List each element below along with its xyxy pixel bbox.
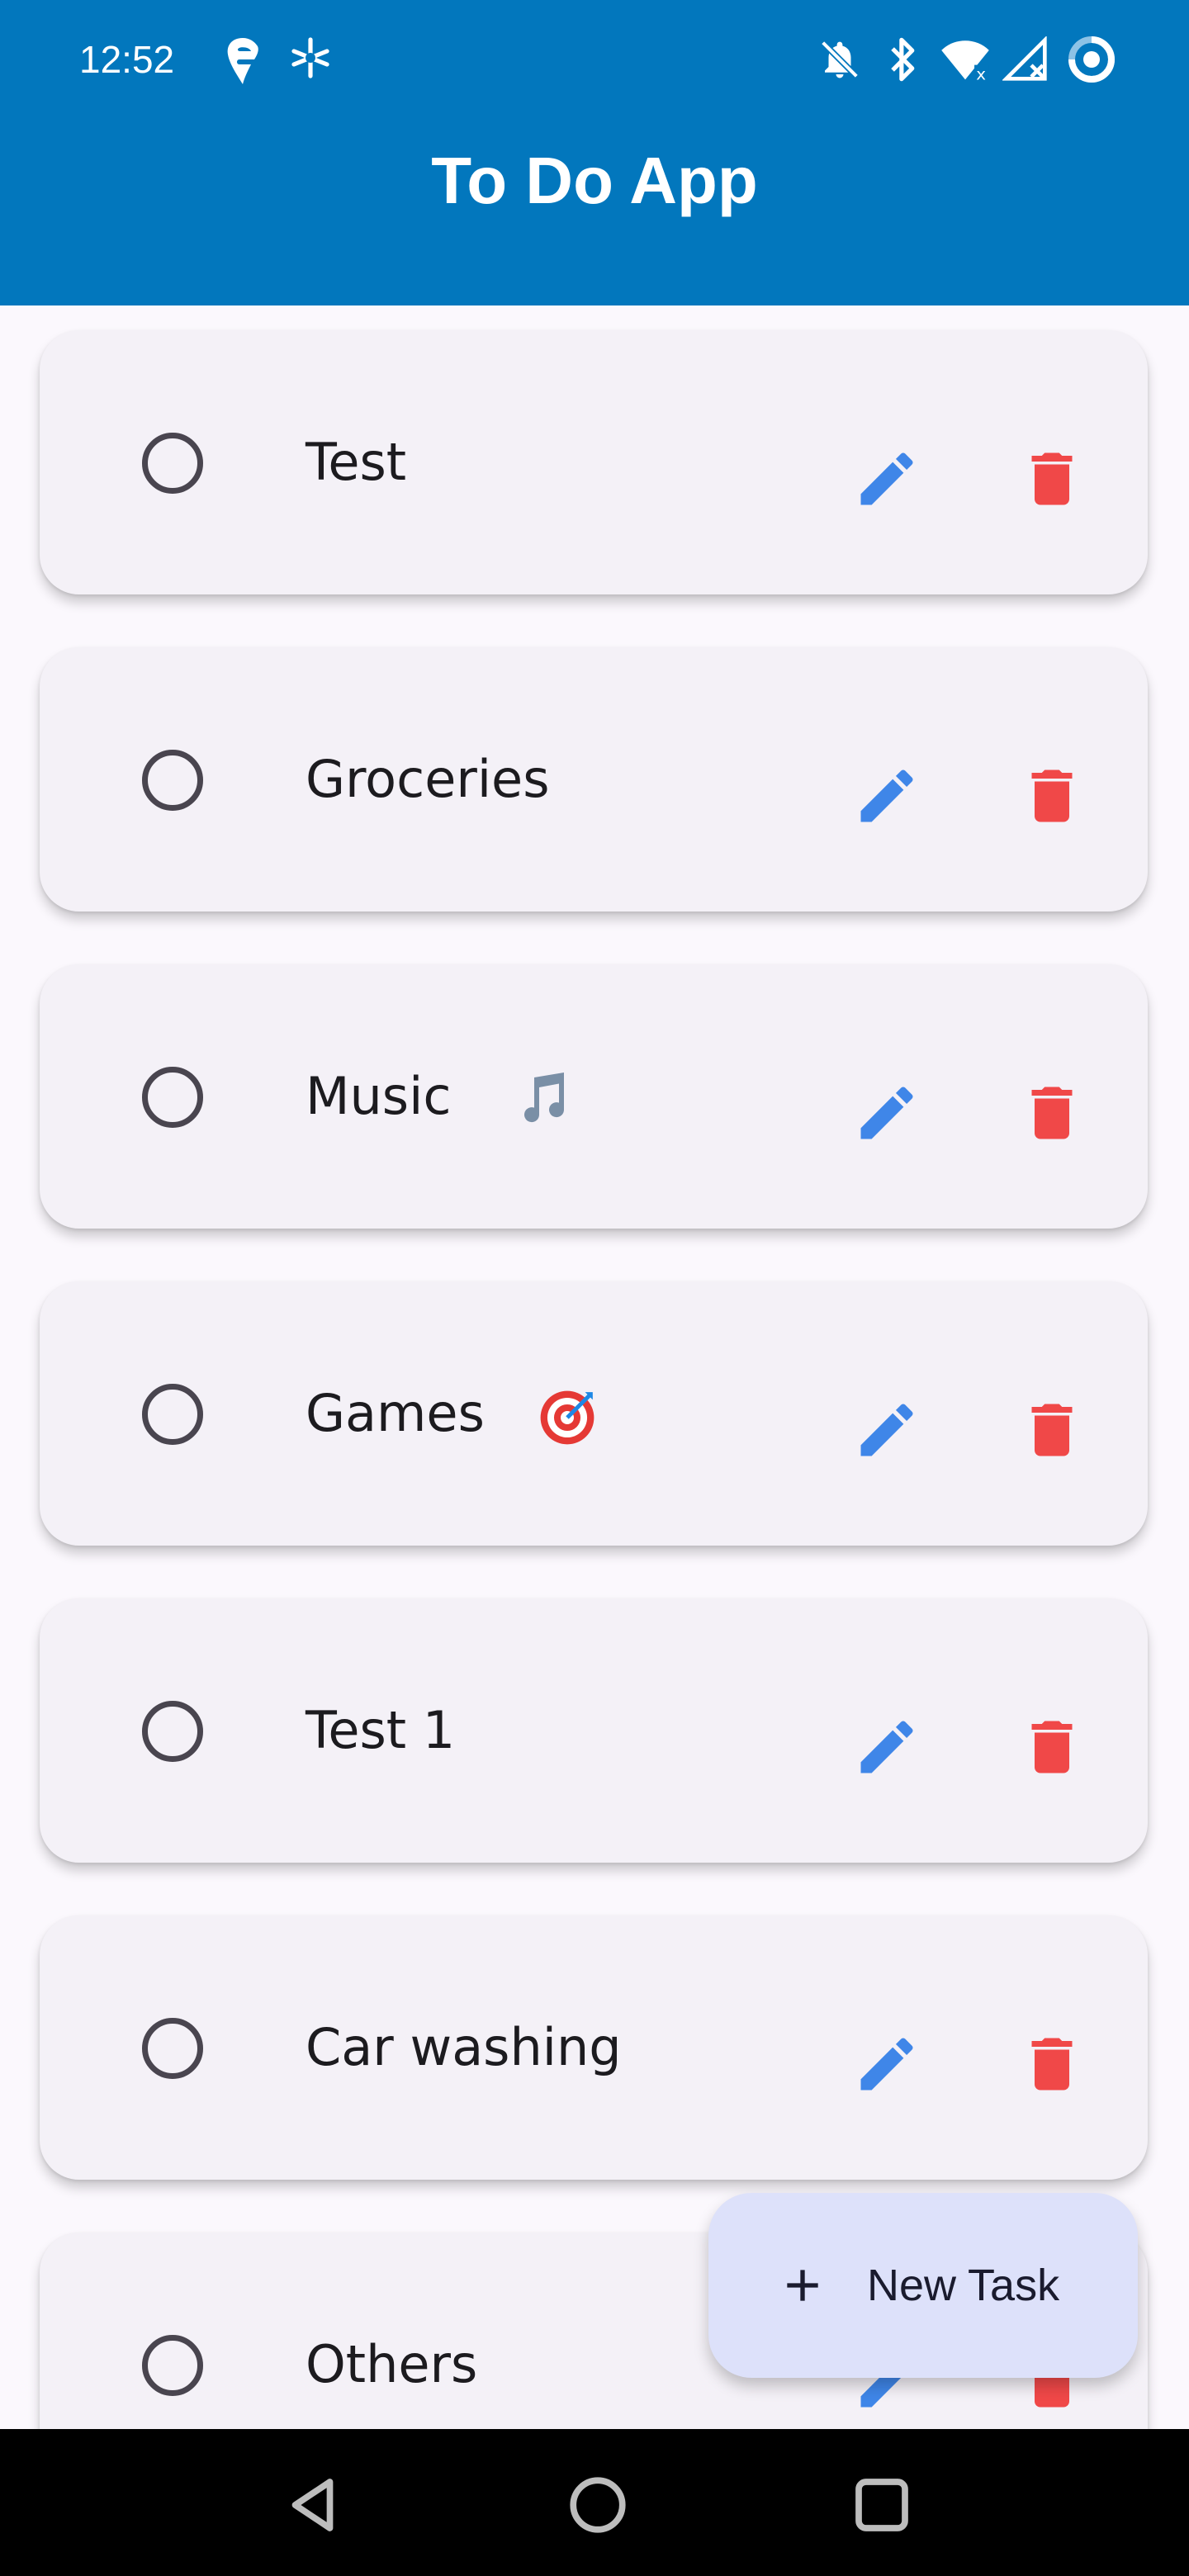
- trash-icon: [1031, 1721, 1073, 1773]
- edit-button[interactable]: [824, 2006, 940, 2122]
- system-nav-bar: [0, 2429, 1189, 2576]
- trash-icon: [1031, 1404, 1073, 1456]
- pencil-icon: [860, 1087, 913, 1139]
- sparkle-icon: [289, 36, 332, 83]
- svg-text:x: x: [976, 64, 986, 83]
- task-card[interactable]: Test: [40, 330, 1148, 594]
- pencil-icon: [860, 1721, 913, 1773]
- music-note-icon: [512, 1070, 571, 1129]
- task-card[interactable]: Test 1: [40, 1598, 1148, 1863]
- task-card[interactable]: Groceries: [40, 647, 1148, 912]
- new-task-button[interactable]: New Task: [708, 2193, 1138, 2378]
- pencil-icon: [860, 452, 913, 505]
- task-complete-radio[interactable]: [142, 2335, 203, 2396]
- delete-button[interactable]: [989, 738, 1105, 854]
- task-card[interactable]: Car washing: [40, 1915, 1148, 2180]
- edit-button[interactable]: [824, 1372, 940, 1488]
- pencil-icon: [860, 769, 913, 822]
- task-card[interactable]: Music: [40, 964, 1148, 1229]
- target-icon: [537, 1387, 596, 1447]
- task-label: Others: [306, 2334, 478, 2394]
- delete-button[interactable]: [989, 1055, 1105, 1171]
- trash-icon: [1031, 1087, 1073, 1139]
- edit-button[interactable]: [824, 738, 940, 854]
- task-label: Music: [306, 1066, 452, 1126]
- delete-button[interactable]: [989, 1689, 1105, 1805]
- trash-icon: [1031, 769, 1073, 822]
- back-icon[interactable]: [281, 2470, 350, 2540]
- swiggy-icon: [223, 36, 263, 89]
- pencil-icon: [860, 1404, 913, 1456]
- task-complete-radio[interactable]: [142, 750, 203, 811]
- task-complete-radio[interactable]: [142, 1701, 203, 1762]
- edit-button[interactable]: [824, 421, 940, 537]
- task-complete-radio[interactable]: [142, 1384, 203, 1445]
- task-list: Test Groceries Music Games Test 1 Car wa…: [0, 305, 1189, 2429]
- edit-button[interactable]: [824, 1055, 940, 1171]
- trash-icon: [1031, 2038, 1073, 2091]
- wifi-icon: x: [940, 36, 991, 86]
- task-label: Games: [306, 1383, 485, 1443]
- signal-off-icon: [1002, 36, 1049, 86]
- pencil-icon: [860, 2038, 913, 2091]
- app-bar: To Do App: [0, 122, 1189, 305]
- new-task-label: New Task: [867, 2261, 1060, 2310]
- trash-icon: [1031, 452, 1073, 505]
- task-complete-radio[interactable]: [142, 433, 203, 494]
- app-title: To Do App: [431, 144, 758, 217]
- bell-off-icon: [817, 36, 862, 86]
- battery-ring-icon: [1065, 33, 1118, 89]
- task-label: Car washing: [306, 2017, 622, 2077]
- task-label: Test: [306, 432, 407, 492]
- edit-button[interactable]: [824, 1689, 940, 1805]
- task-label: Groceries: [306, 749, 550, 809]
- delete-button[interactable]: [989, 1372, 1105, 1488]
- task-card[interactable]: Games: [40, 1281, 1148, 1546]
- recents-icon[interactable]: [847, 2470, 917, 2540]
- task-complete-radio[interactable]: [142, 1067, 203, 1128]
- bluetooth-icon: [885, 36, 921, 86]
- plus-icon: [776, 2259, 829, 2315]
- task-label: Test 1: [306, 1700, 456, 1760]
- status-time: 12:52: [79, 38, 175, 81]
- home-icon[interactable]: [563, 2470, 632, 2540]
- task-complete-radio[interactable]: [142, 2018, 203, 2079]
- delete-button[interactable]: [989, 2006, 1105, 2122]
- delete-button[interactable]: [989, 421, 1105, 537]
